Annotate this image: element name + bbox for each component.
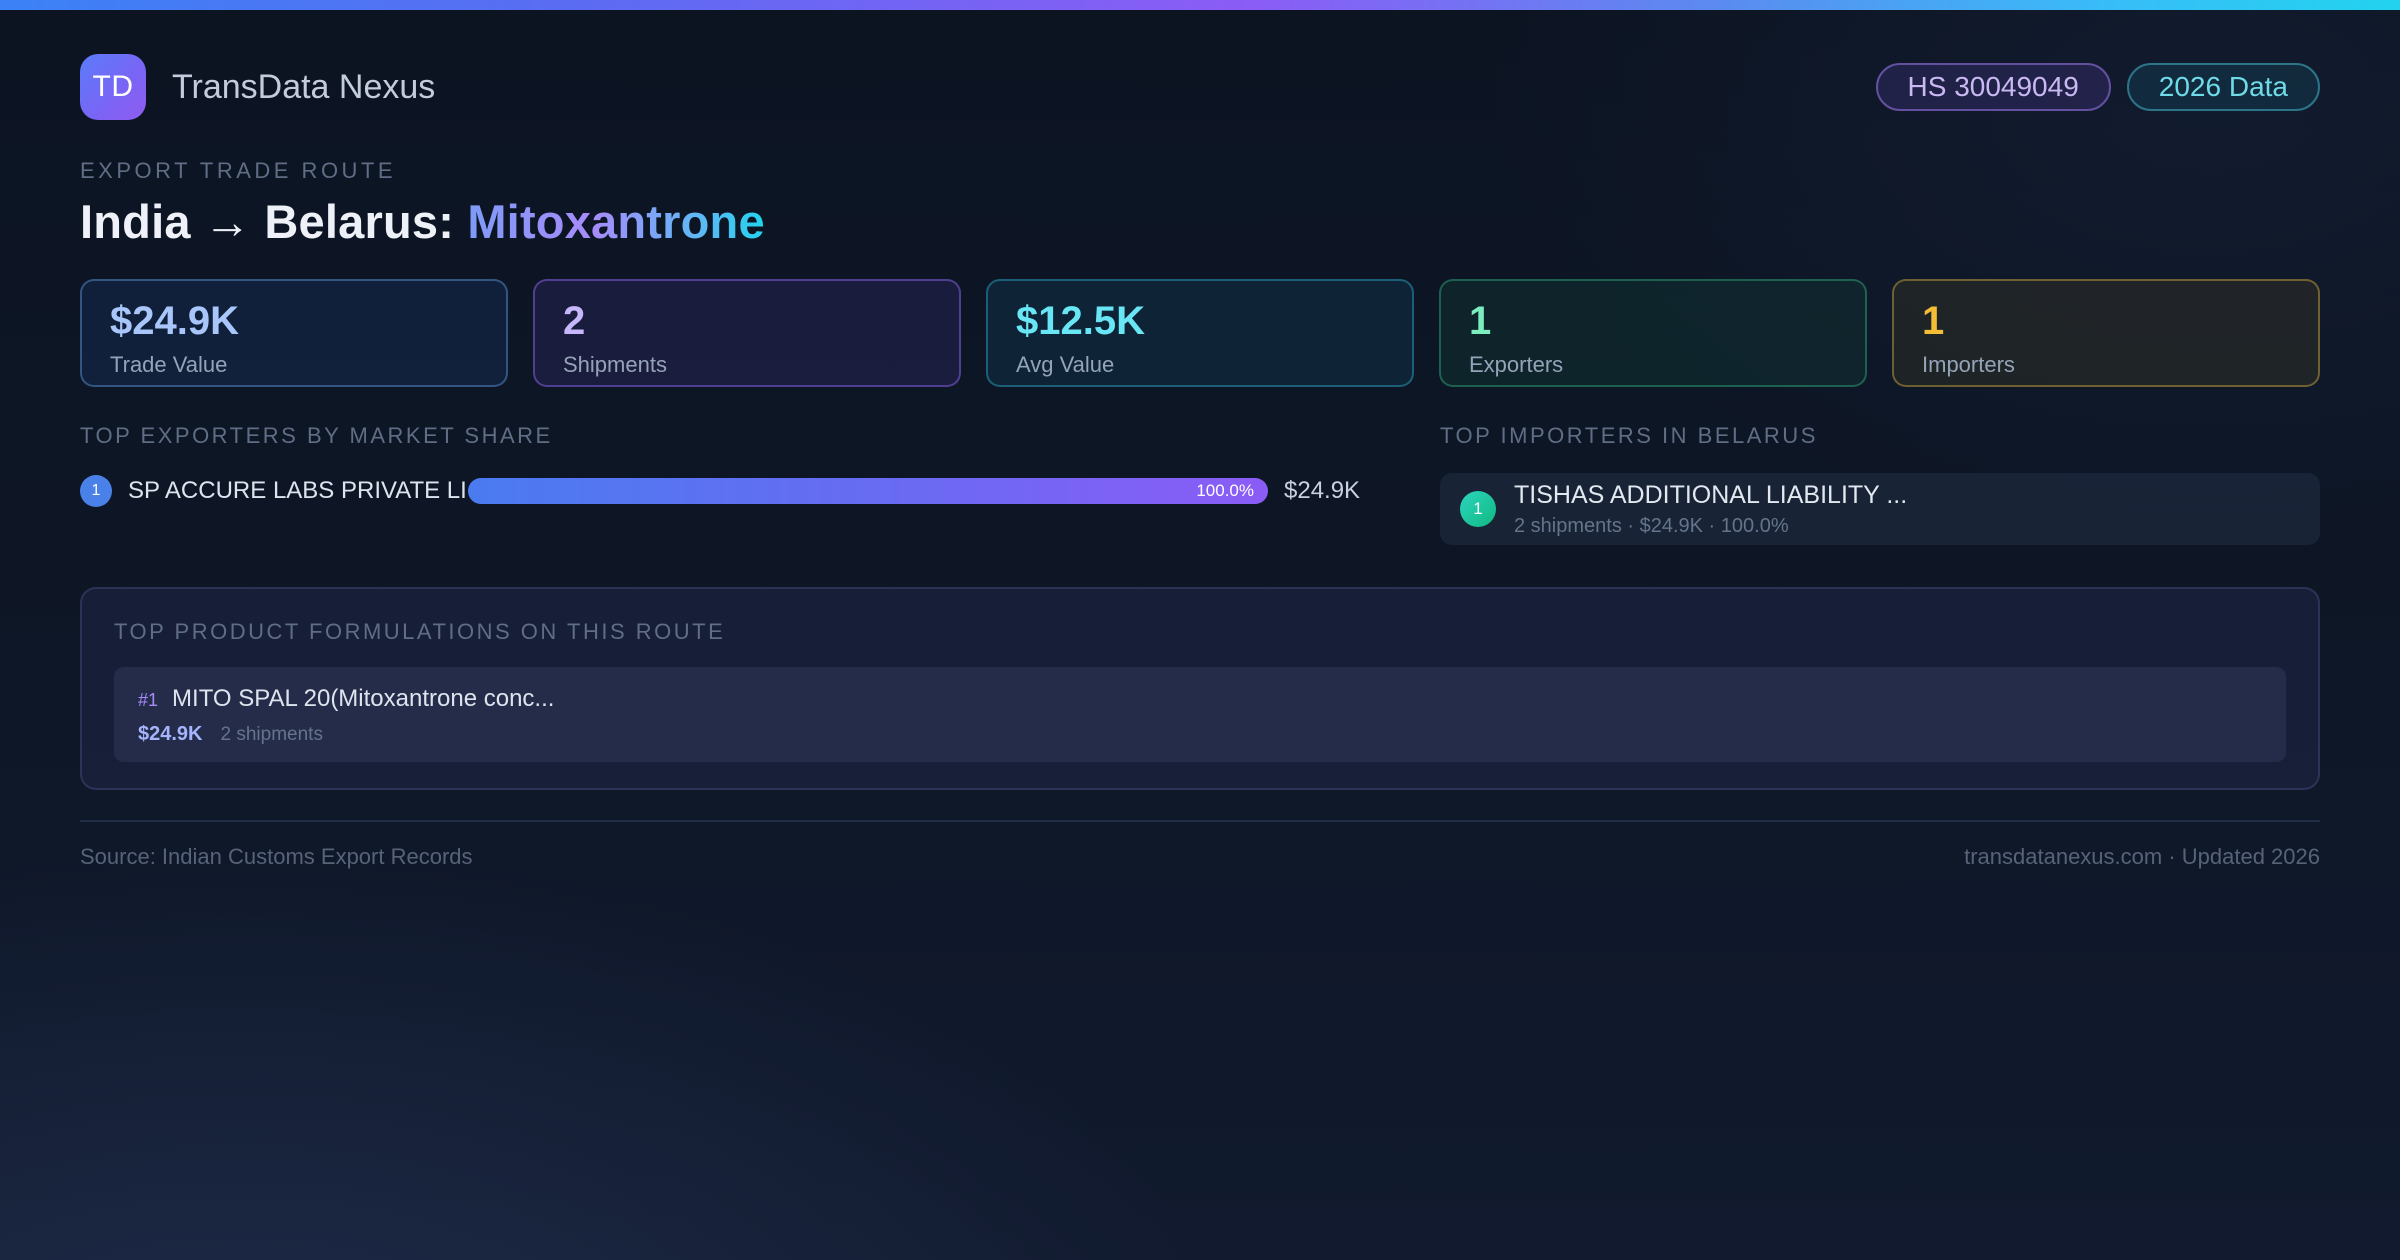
footer-source: Source: Indian Customs Export Records — [80, 844, 473, 869]
exporters-heading: TOP EXPORTERS BY MARKET SHARE — [80, 423, 553, 448]
stat-value: $12.5K — [1016, 299, 1145, 343]
rank-number: 1 — [91, 482, 101, 499]
stat-card-avg-value: $12.5K Avg Value — [986, 279, 1414, 387]
stat-value: 1 — [1922, 299, 1945, 343]
product-row[interactable]: #1 MITO SPAL 20(Mitoxantrone conc... $24… — [114, 667, 2286, 762]
header-badges: HS 30049049 2026 Data — [1875, 63, 2320, 111]
stat-card-exporters: 1 Exporters — [1439, 279, 1867, 387]
stat-card-importers: 1 Importers — [1892, 279, 2320, 387]
stat-label: Trade Value — [110, 352, 228, 377]
stat-label: Exporters — [1469, 352, 1564, 377]
stat-value: $24.9K — [110, 299, 239, 343]
exporters-section: TOP EXPORTERS BY MARKET SHARE 1 SP ACCUR… — [80, 423, 1395, 545]
importer-name: TISHAS ADDITIONAL LIABILITY ... — [1514, 480, 1908, 509]
importer-row[interactable]: 1 TISHAS ADDITIONAL LIABILITY ... 2 ship… — [1440, 473, 2320, 545]
brand-name: TransData Nexus — [172, 67, 436, 106]
stat-card-trade-value: $24.9K Trade Value — [80, 279, 508, 387]
data-year-badge-label: 2026 Data — [2158, 71, 2288, 102]
stat-cards: $24.9K Trade Value 2 Shipments $12.5K Av… — [80, 279, 2320, 387]
hs-code-badge[interactable]: HS 30049049 — [1875, 63, 2111, 111]
rank-badge: 1 — [1460, 491, 1496, 527]
product-formulations-panel: TOP PRODUCT FORMULATIONS ON THIS ROUTE #… — [80, 587, 2320, 790]
page-container: TD TransData Nexus HS 30049049 2026 Data… — [0, 54, 2400, 870]
stat-label: Avg Value — [1016, 352, 1115, 377]
data-year-badge[interactable]: 2026 Data — [2126, 63, 2320, 111]
footer: Source: Indian Customs Export Records tr… — [80, 820, 2320, 870]
brand-logo-text: TD — [92, 70, 134, 103]
product-value: $24.9K — [138, 723, 203, 745]
page-title-route: India → Belarus: — [80, 195, 468, 248]
market-share-bar: 100.0% — [468, 478, 1268, 504]
page-eyebrow: EXPORT TRADE ROUTE — [80, 158, 397, 183]
product-name: MITO SPAL 20(Mitoxantrone conc... — [172, 685, 555, 712]
header: TD TransData Nexus HS 30049049 2026 Data — [80, 54, 2320, 120]
brand-logo: TD — [80, 54, 146, 120]
exporter-name: SP ACCURE LABS PRIVATE LIM... — [128, 477, 468, 504]
brand: TD TransData Nexus — [80, 54, 435, 120]
products-heading: TOP PRODUCT FORMULATIONS ON THIS ROUTE — [114, 619, 726, 644]
stat-label: Importers — [1922, 352, 2015, 377]
importer-meta: 2 shipments · $24.9K · 100.0% — [1514, 514, 1789, 537]
hs-code-badge-label: HS 30049049 — [1907, 71, 2079, 102]
market-share-percent: 100.0% — [1196, 481, 1254, 500]
top-accent-bar — [0, 0, 2400, 10]
page-title-product: Mitoxantrone — [467, 195, 765, 248]
exporter-trade-value: $24.9K — [1284, 477, 1361, 504]
product-meta-line: $24.9K 2 shipments — [138, 723, 2262, 746]
rank-badge: 1 — [80, 475, 112, 507]
importers-section: TOP IMPORTERS IN BELARUS 1 TISHAS ADDITI… — [1440, 423, 2320, 545]
importer-info: TISHAS ADDITIONAL LIABILITY ... 2 shipme… — [1514, 481, 1907, 538]
product-shipments: 2 shipments — [220, 724, 323, 745]
footer-site: transdatanexus.com · Updated 2026 — [1964, 844, 2320, 869]
importers-heading: TOP IMPORTERS IN BELARUS — [1440, 423, 1818, 448]
two-column-section: TOP EXPORTERS BY MARKET SHARE 1 SP ACCUR… — [80, 423, 2320, 545]
stat-value: 1 — [1469, 299, 1492, 343]
product-rank: #1 — [138, 690, 159, 710]
page-title: India → Belarus: Mitoxantrone — [80, 194, 2320, 249]
market-share-bar-track: 100.0% — [468, 478, 1268, 504]
stat-value: 2 — [563, 299, 586, 343]
stat-label: Shipments — [563, 352, 667, 377]
product-title-line: #1 MITO SPAL 20(Mitoxantrone conc... — [138, 685, 2262, 713]
exporter-row[interactable]: 1 SP ACCURE LABS PRIVATE LIM... 100.0% $… — [80, 475, 1395, 507]
rank-number: 1 — [1473, 499, 1483, 518]
stat-card-shipments: 2 Shipments — [533, 279, 961, 387]
